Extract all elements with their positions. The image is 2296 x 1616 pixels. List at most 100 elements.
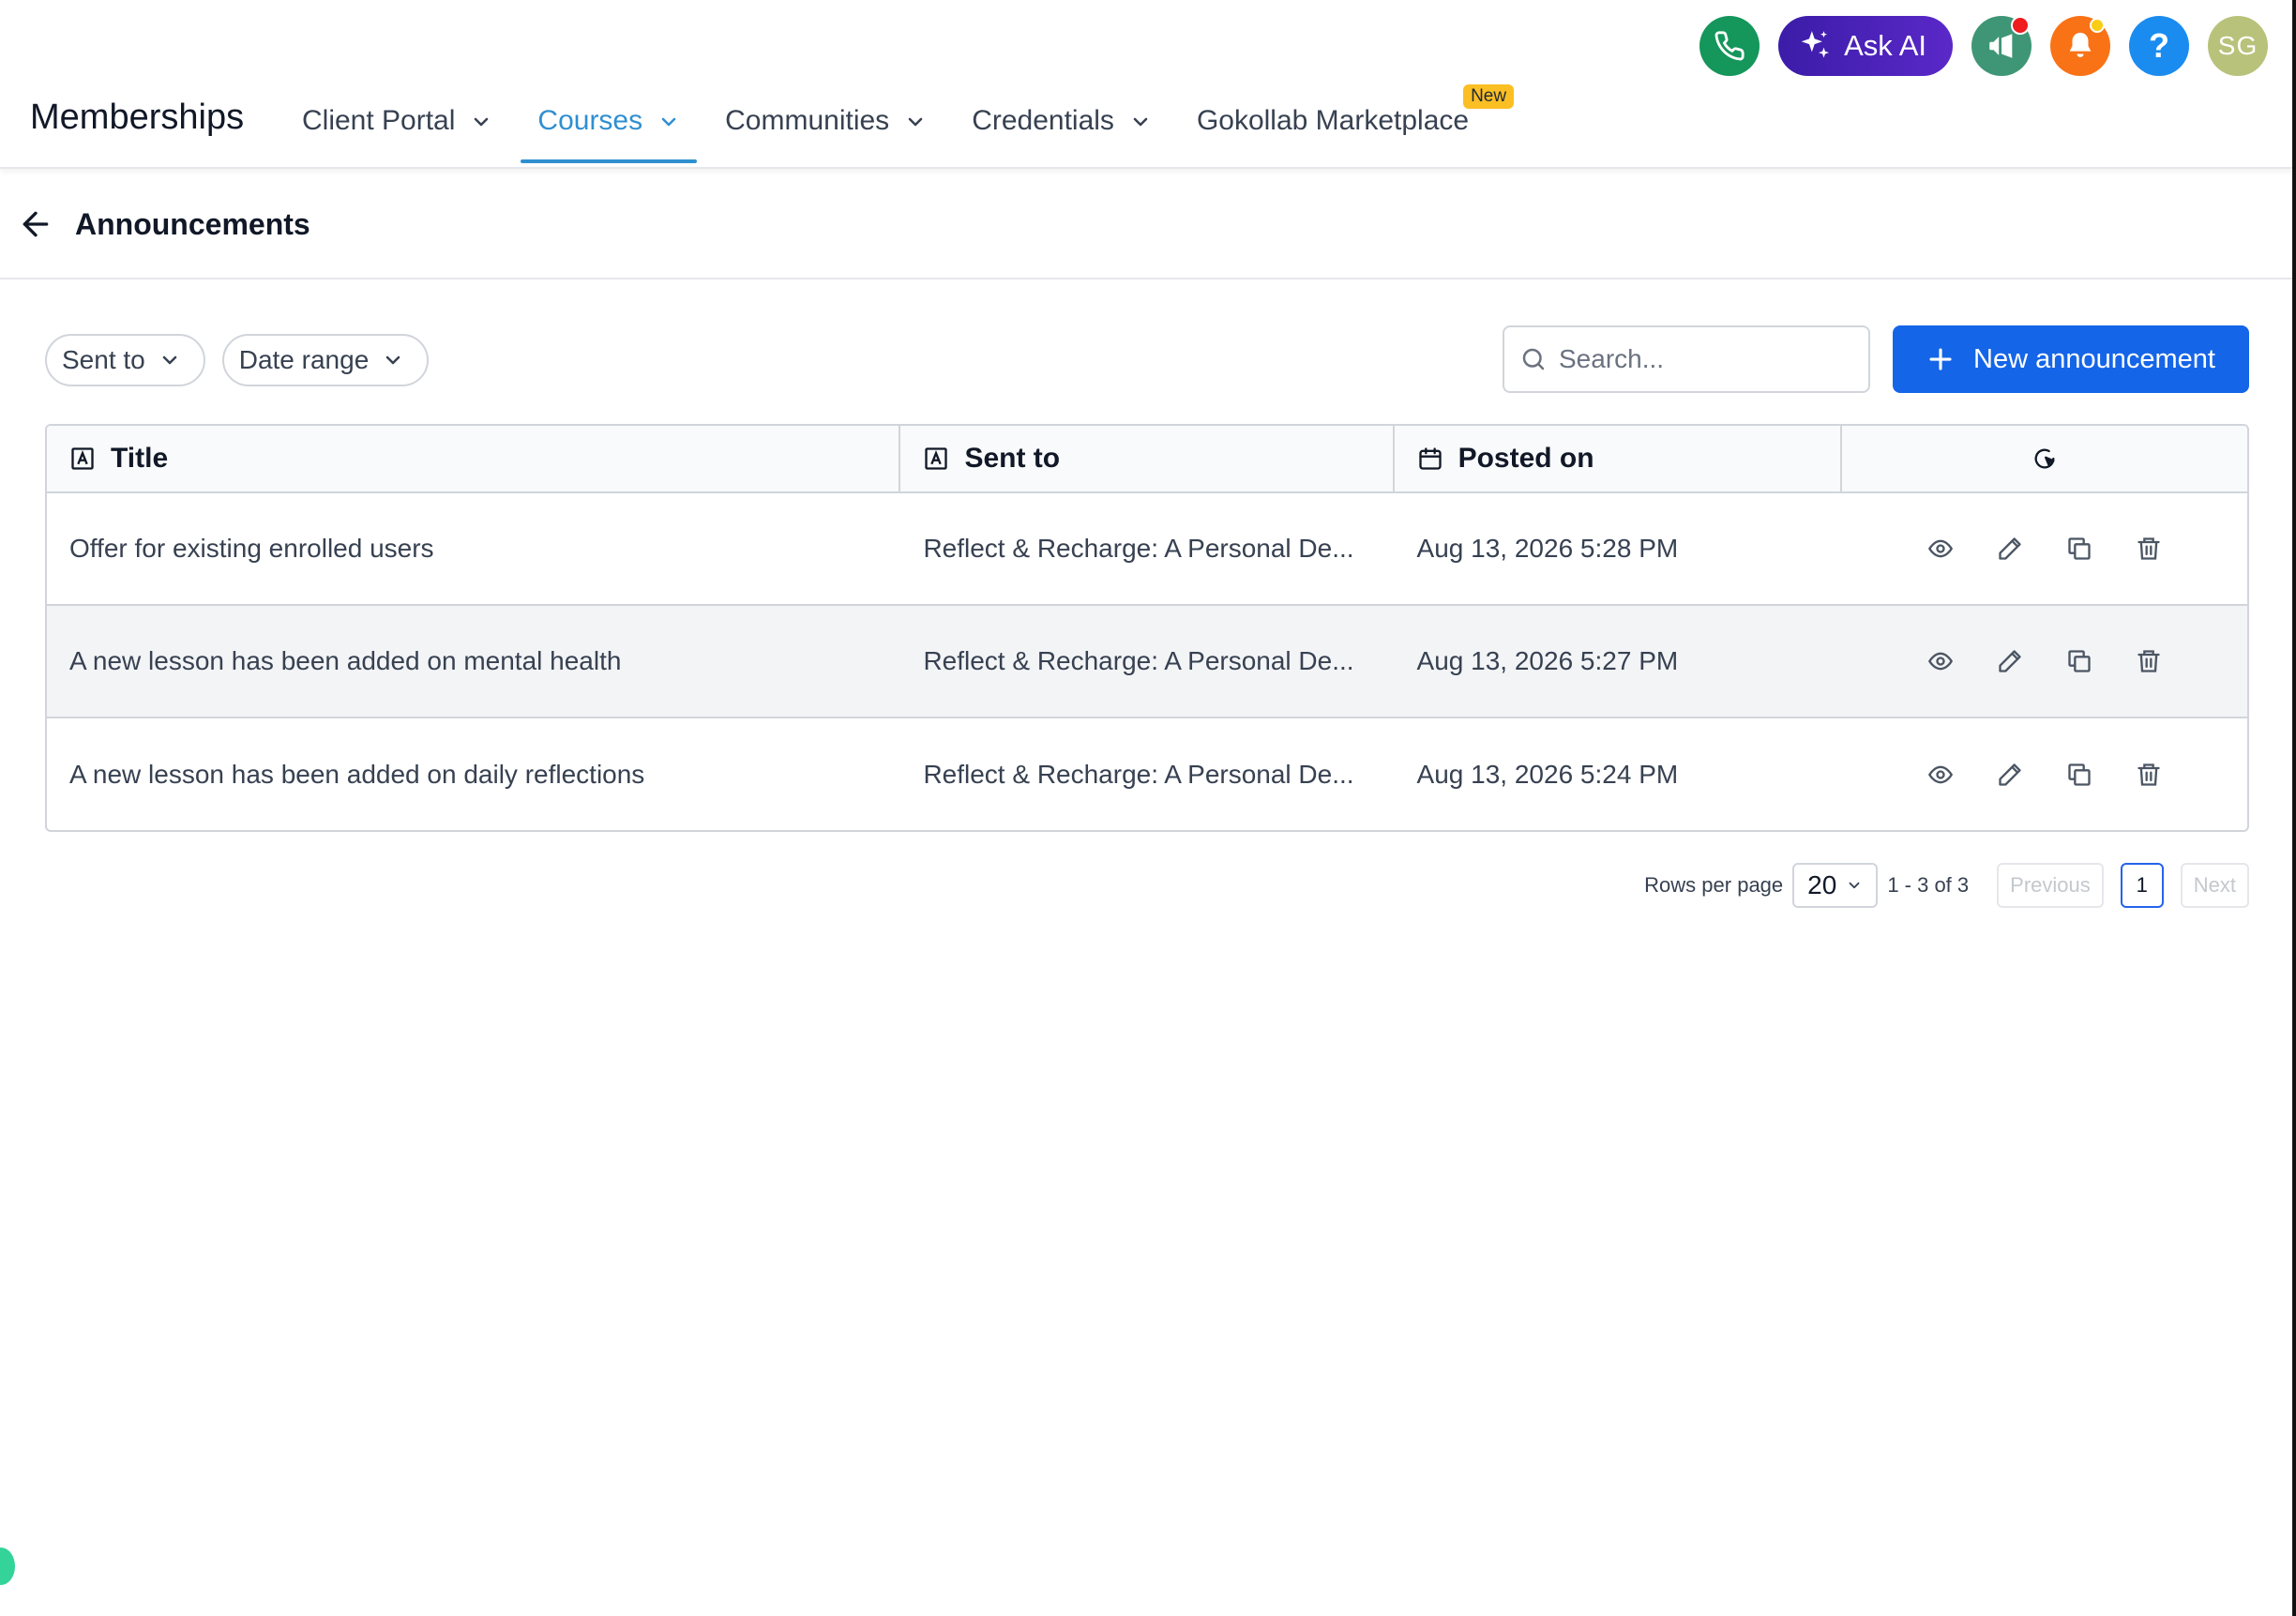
nav-label: Courses (537, 105, 643, 136)
copy-icon[interactable] (2066, 648, 2092, 674)
rows-per-page-label: Rows per page (1644, 873, 1784, 897)
chevron-down-icon (908, 117, 923, 127)
button-label: New announcement (1973, 343, 2215, 374)
cell-title: Offer for existing enrolled users (69, 534, 434, 563)
megaphone-icon (1989, 34, 2013, 58)
calendar-icon (1418, 447, 1442, 470)
sent-to-filter[interactable]: Sent to (45, 334, 205, 386)
trash-icon[interactable] (2136, 762, 2162, 788)
notifications-button[interactable] (2050, 16, 2110, 76)
column-header-title[interactable]: Title (47, 426, 901, 491)
row-actions (1842, 762, 2247, 788)
notification-dot (2011, 16, 2030, 35)
cell-title: A new lesson has been added on daily ref… (69, 760, 645, 789)
page-range: 1 - 3 of 3 (1887, 873, 1970, 897)
help-button[interactable]: ? (2129, 16, 2189, 76)
new-announcement-button[interactable]: New announcement (1893, 325, 2249, 393)
cell-sent-to: Reflect & Recharge: A Personal De... (923, 760, 1354, 789)
column-header-sent-to[interactable]: Sent to (900, 426, 1395, 491)
filter-label: Date range (238, 345, 370, 374)
app-title: Memberships (30, 98, 245, 137)
nav-courses[interactable]: Courses (521, 83, 697, 167)
help-label: ? (2149, 26, 2169, 65)
notification-dot (2090, 18, 2105, 33)
chevron-down-icon (162, 355, 176, 365)
nav-client-portal[interactable]: Client Portal (285, 83, 509, 167)
previous-button[interactable]: Previous (1997, 863, 2104, 908)
pencil-icon[interactable] (1997, 762, 2023, 788)
sparkles-icon (1801, 31, 1830, 58)
text-type-icon (925, 447, 948, 470)
text-type-icon (71, 447, 94, 470)
top-bar: Ask AI ? SG Memberships Client Portal Co… (0, 0, 2296, 169)
window-edge (2292, 0, 2296, 1616)
nav-credentials[interactable]: Credentials (955, 83, 1169, 167)
nav-communities[interactable]: Communities (708, 83, 944, 167)
cell-posted-on: Aug 13, 2026 5:28 PM (1416, 534, 1679, 563)
row-actions (1842, 648, 2247, 674)
cell-sent-to: Reflect & Recharge: A Personal De... (923, 534, 1354, 563)
table-header: Title Sent to Posted on (47, 426, 2247, 493)
next-button[interactable]: Next (2180, 863, 2249, 908)
plus-icon (1929, 348, 1952, 370)
bell-icon (2069, 32, 2092, 58)
search-input[interactable] (1559, 344, 1859, 374)
rows-per-page-select[interactable]: 20 (1792, 863, 1879, 908)
column-label: Posted on (1458, 443, 1594, 474)
nav-label: Client Portal (302, 105, 456, 136)
cell-title: A new lesson has been added on mental he… (69, 646, 622, 675)
avatar[interactable]: SG (2208, 16, 2268, 76)
search-box (1503, 325, 1870, 393)
avatar-initials: SG (2217, 31, 2258, 60)
filters: Sent to Date range (45, 334, 430, 386)
table-row[interactable]: Offer for existing enrolled users Reflec… (47, 493, 2247, 606)
column-settings[interactable] (1842, 426, 2247, 491)
new-badge: New (1463, 84, 1515, 109)
chevron-down-icon (1133, 117, 1148, 127)
nav-gokollab-marketplace[interactable]: Gokollab Marketplace New (1180, 83, 1515, 167)
main-nav: Client Portal Courses Communities Creden… (285, 83, 1515, 167)
eye-icon[interactable] (1927, 536, 1954, 562)
chevron-down-icon (386, 355, 400, 365)
refresh-cursor-icon (2034, 448, 2055, 469)
chevron-down-icon (1849, 882, 1860, 889)
column-label: Title (111, 443, 169, 474)
page-number-button[interactable]: 1 (2120, 863, 2164, 908)
phone-button[interactable] (1699, 16, 1760, 76)
announcements-table: Title Sent to Posted on Offer for existi… (45, 424, 2249, 832)
search-icon (1522, 348, 1545, 370)
chevron-down-icon (661, 117, 676, 127)
copy-icon[interactable] (2066, 536, 2092, 562)
ask-ai-label: Ask AI (1844, 29, 1926, 62)
page-title: Announcements (75, 206, 310, 241)
phone-icon (1714, 31, 1745, 61)
nav-label: Gokollab Marketplace (1196, 105, 1470, 136)
column-label: Sent to (964, 443, 1061, 474)
announcements-button[interactable] (1971, 16, 2032, 76)
date-range-filter[interactable]: Date range (221, 334, 430, 386)
cell-sent-to: Reflect & Recharge: A Personal De... (923, 646, 1354, 675)
table-row[interactable]: A new lesson has been added on daily ref… (47, 718, 2247, 830)
eye-icon[interactable] (1927, 648, 1954, 674)
ask-ai-button[interactable]: Ask AI (1778, 16, 1953, 76)
copy-icon[interactable] (2066, 762, 2092, 788)
arrow-left-icon[interactable] (17, 205, 54, 243)
chat-widget-button[interactable] (0, 1548, 15, 1585)
pencil-icon[interactable] (1997, 536, 2023, 562)
trash-icon[interactable] (2136, 648, 2162, 674)
eye-icon[interactable] (1927, 762, 1954, 788)
cell-posted-on: Aug 13, 2026 5:24 PM (1416, 760, 1679, 789)
rows-per-page-value: 20 (1807, 870, 1837, 899)
trash-icon[interactable] (2136, 536, 2162, 562)
pagination: Rows per page 20 1 - 3 of 3 Previous 1 N… (1644, 863, 2249, 908)
pencil-icon[interactable] (1997, 648, 2023, 674)
page-header: Announcements (0, 171, 2296, 279)
nav-label: Communities (725, 105, 890, 136)
cell-posted-on: Aug 13, 2026 5:27 PM (1416, 646, 1679, 675)
table-row[interactable]: A new lesson has been added on mental he… (47, 606, 2247, 718)
nav-label: Credentials (972, 105, 1114, 136)
filter-label: Sent to (62, 345, 145, 374)
column-header-posted-on[interactable]: Posted on (1395, 426, 1842, 491)
row-actions (1842, 536, 2247, 562)
top-actions: Ask AI ? SG (1699, 16, 2268, 76)
